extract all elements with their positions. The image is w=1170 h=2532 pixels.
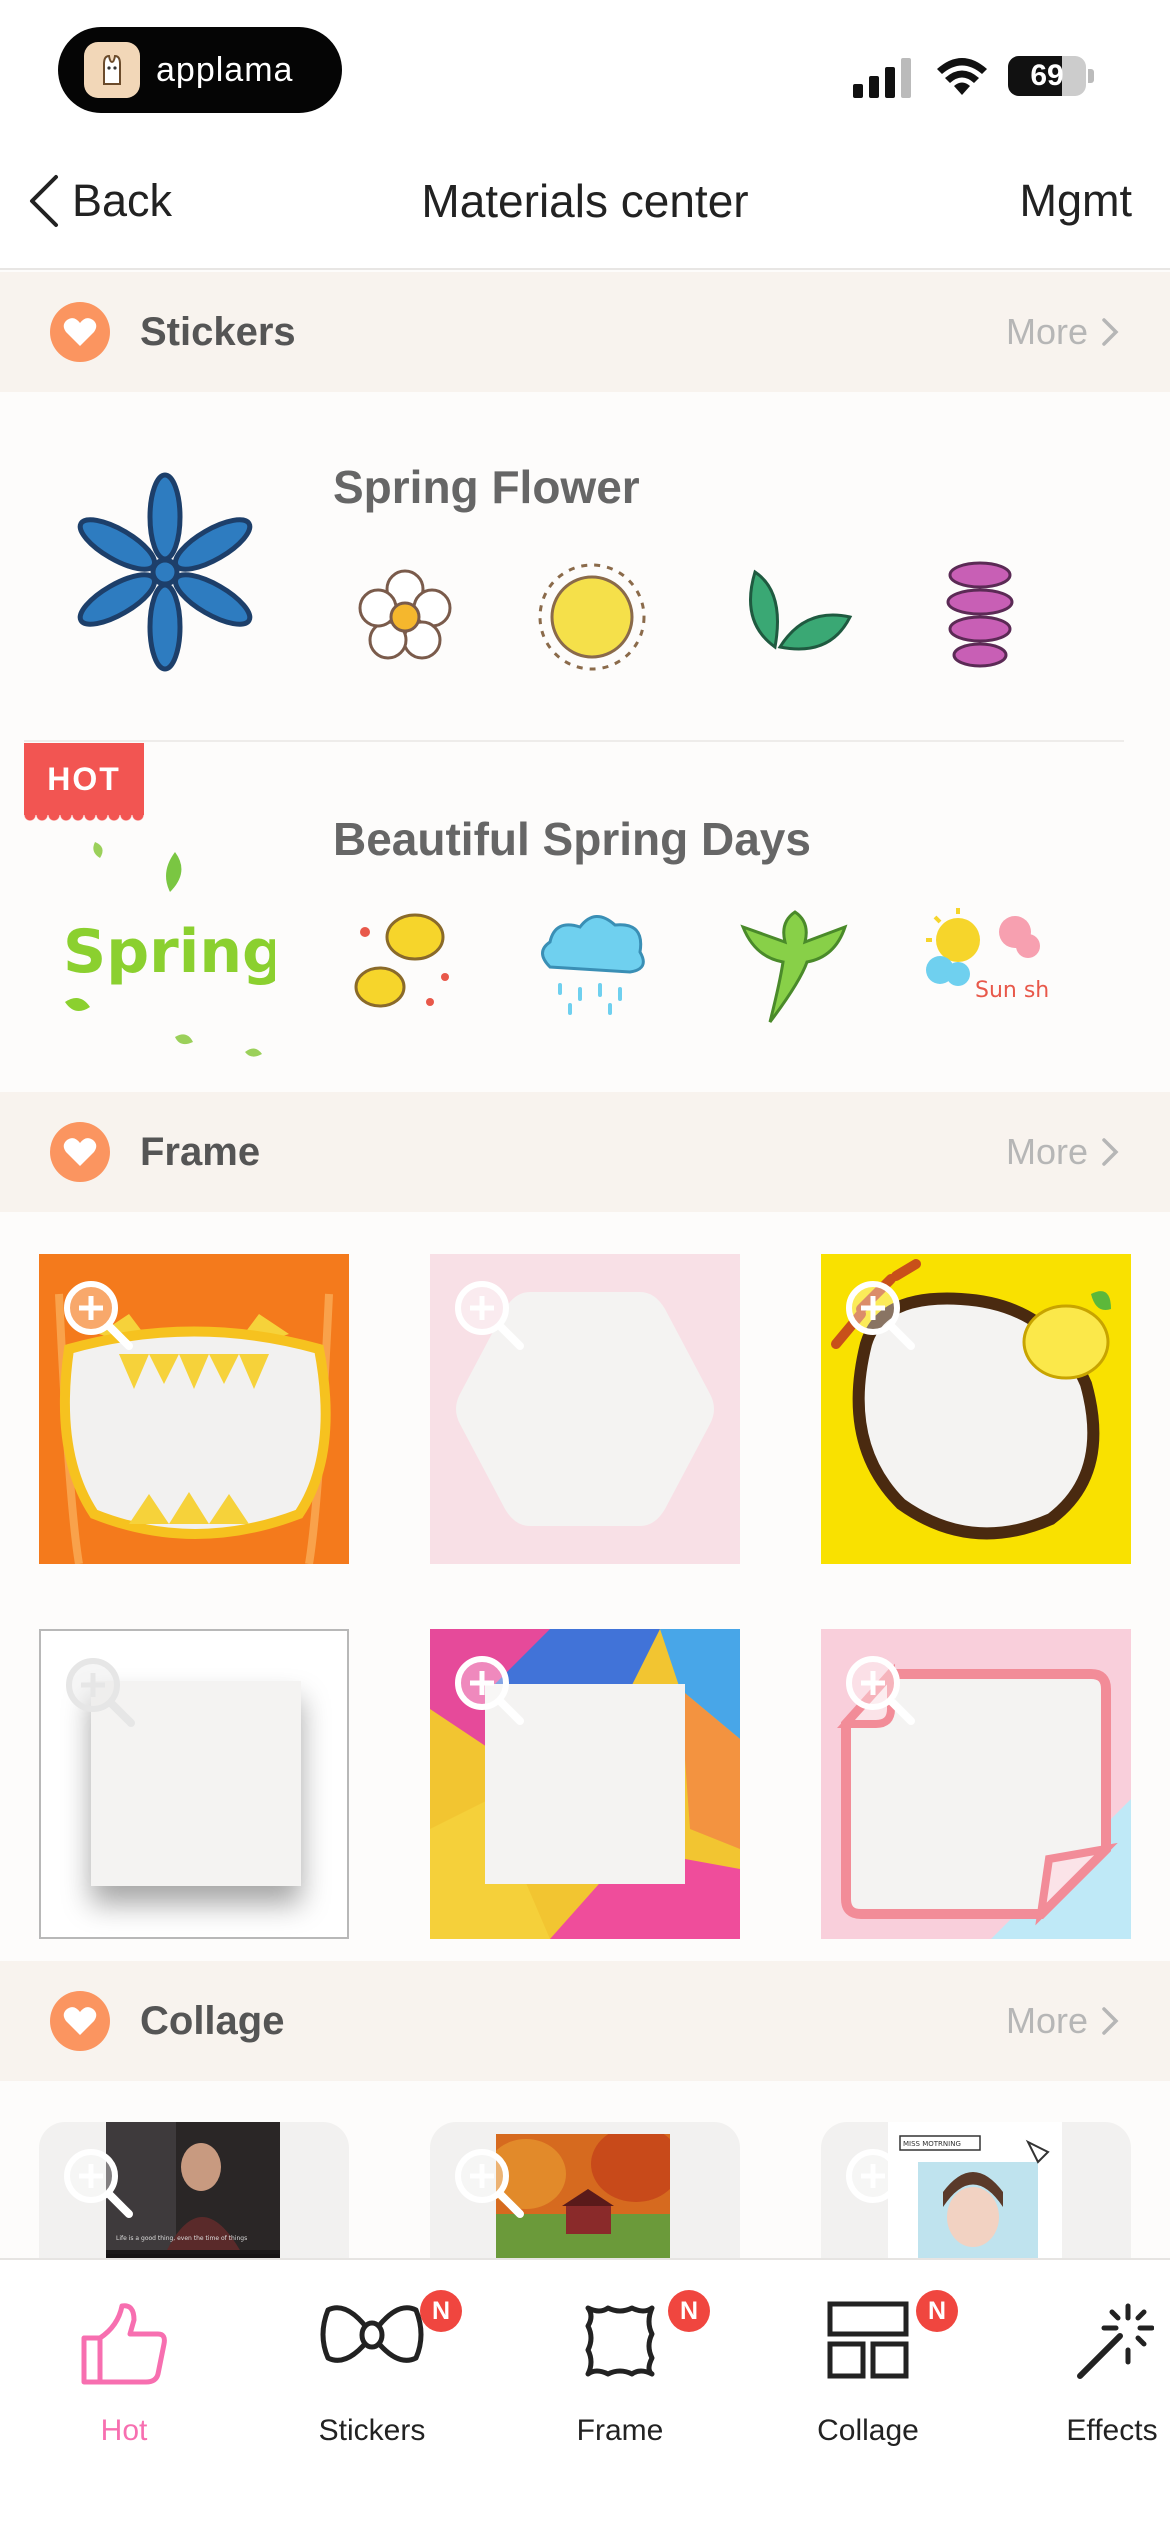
status-bar: applama 69: [0, 0, 1170, 140]
blue-flower-cover-icon: [77, 472, 253, 672]
more-label: More: [1005, 311, 1088, 352]
rain-cloud-icon: [541, 915, 645, 1015]
heart-icon: [50, 1122, 110, 1182]
collage-more-link[interactable]: More: [1006, 1961, 1120, 2081]
purple-petals-icon: [946, 561, 1014, 668]
tab-frame[interactable]: Frame N: [520, 2260, 720, 2460]
tab-effects[interactable]: Effects: [1012, 2260, 1170, 2460]
battery-cap: [1088, 69, 1094, 83]
chevron-right-icon: [1102, 318, 1119, 346]
collage-icon: [827, 2301, 909, 2379]
hot-badge: HOT: [24, 743, 144, 823]
frame-section-header: Frame More: [0, 1092, 1170, 1212]
frame-tile-monster-mouth[interactable]: [39, 1254, 349, 1564]
chevron-right-icon: [1102, 2007, 1119, 2035]
zoom-in-icon[interactable]: [59, 2144, 135, 2220]
heart-icon: [50, 302, 110, 362]
svg-text:Life is a good thing, even the: Life is a good thing, even the time of t…: [116, 2235, 247, 2242]
chevron-right-icon: [1102, 1138, 1119, 1166]
frame-more-link[interactable]: More: [1006, 1092, 1120, 1212]
stickers-section-title: Stickers: [140, 310, 296, 354]
app-pill: applama: [58, 27, 342, 113]
bottom-tab-bar: Hot Stickers N Frame N Collage N Effects: [0, 2258, 1170, 2532]
stickers-more-link[interactable]: More: [1006, 272, 1120, 392]
frame-icon: [585, 2305, 655, 2377]
zoom-in-icon[interactable]: [450, 1651, 526, 1727]
tab-hot-label: Hot: [100, 2414, 148, 2447]
navigation-bar: Back Materials center Mgmt: [0, 140, 1170, 270]
new-badge: N: [668, 2290, 710, 2332]
sticker-pack-title: Beautiful Spring Days: [333, 813, 811, 865]
new-badge: N: [420, 2290, 462, 2332]
materials-center-screen: applama 69 Back Materials center Mgmt St…: [0, 0, 1170, 2532]
sticker-pack-beautiful-spring-days[interactable]: Spring Beautiful Spring Days Sun shine: [0, 742, 1170, 1092]
sticker-pack-title: Spring Flower: [333, 461, 640, 513]
green-leaves-icon: [749, 569, 853, 651]
zoom-in-icon[interactable]: [59, 1276, 135, 1352]
zoom-in-icon[interactable]: [450, 2144, 526, 2220]
svg-text:Sun shine: Sun shine: [975, 978, 1050, 1003]
spring-cover-icon: Spring: [63, 842, 275, 1057]
yellow-sun-flower-icon: [538, 563, 646, 671]
sunshine-sticker-icon: Sun shine: [926, 908, 1050, 1003]
cellular-signal-icon: [853, 58, 911, 98]
zoom-in-icon[interactable]: [61, 1653, 137, 1729]
llama-logo-icon: [84, 42, 140, 98]
wifi-icon: [937, 58, 987, 95]
zoom-in-icon[interactable]: [450, 1276, 526, 1352]
zoom-in-icon[interactable]: [841, 2144, 917, 2220]
tab-collage-label: Collage: [817, 2414, 919, 2447]
frame-tile-shadow-square[interactable]: [39, 1629, 349, 1939]
green-bird-icon: [740, 910, 848, 1023]
heart-icon: [50, 1991, 110, 2051]
frame-tile-colorful-geometric[interactable]: [430, 1629, 740, 1939]
thumbs-up-icon: [81, 2303, 167, 2385]
app-pill-label: applama: [156, 50, 294, 89]
tab-stickers[interactable]: Stickers N: [272, 2260, 472, 2460]
stickers-section-header: Stickers More: [0, 272, 1170, 392]
bow-icon: [320, 2305, 424, 2363]
tab-hot[interactable]: Hot: [24, 2260, 224, 2460]
sticker-pack-spring-flower[interactable]: Spring Flower: [0, 392, 1170, 742]
yellow-birds-icon: [354, 913, 449, 1008]
frame-section-title: Frame: [140, 1130, 261, 1174]
tab-stickers-label: Stickers: [318, 2414, 426, 2447]
more-label: More: [1005, 2000, 1088, 2041]
collage-section-title: Collage: [140, 1999, 285, 2043]
collage-section-header: Collage More: [0, 1961, 1170, 2081]
magic-wand-icon: [1077, 2303, 1154, 2379]
zoom-in-icon[interactable]: [841, 1651, 917, 1727]
page-title: Materials center: [421, 175, 749, 227]
more-label: More: [1005, 1131, 1088, 1172]
tab-effects-label: Effects: [1066, 2414, 1158, 2447]
white-daisy-icon: [358, 569, 452, 660]
battery-percentage: 69: [1030, 59, 1064, 92]
svg-text:Spring: Spring: [63, 917, 275, 987]
zoom-in-icon[interactable]: [841, 1276, 917, 1352]
tab-frame-label: Frame: [576, 2414, 664, 2447]
frame-tile-lemon[interactable]: [821, 1254, 1131, 1564]
frame-tile-peeling-sticker[interactable]: [821, 1629, 1131, 1939]
frame-tile-pink-hexagon[interactable]: [430, 1254, 740, 1564]
mgmt-button[interactable]: Mgmt: [1020, 166, 1133, 236]
battery-indicator: 69: [1008, 56, 1086, 96]
new-badge: N: [916, 2290, 958, 2332]
tab-collage[interactable]: Collage N: [768, 2260, 968, 2460]
